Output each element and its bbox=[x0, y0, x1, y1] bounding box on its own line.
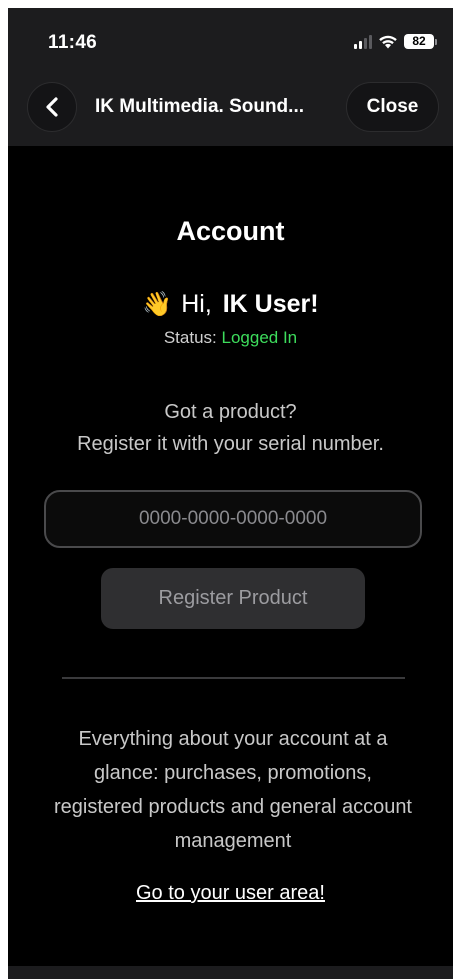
register-prompt-line1: Got a product? bbox=[164, 401, 297, 423]
status-icons: 82 bbox=[354, 34, 437, 49]
page-title: Account bbox=[176, 216, 285, 246]
waving-hand-icon: 👋 bbox=[142, 291, 173, 318]
user-name: IK User! bbox=[222, 290, 319, 318]
close-button[interactable]: Close bbox=[346, 82, 439, 132]
greeting-hi: Hi, bbox=[181, 290, 212, 318]
back-button[interactable] bbox=[27, 82, 77, 132]
chevron-left-icon bbox=[46, 97, 58, 117]
navigation-bar: IK Multimedia. Sound... Close bbox=[8, 74, 453, 146]
battery-level: 82 bbox=[404, 34, 434, 49]
wifi-icon bbox=[379, 35, 397, 49]
divider bbox=[62, 677, 405, 679]
bottom-bar bbox=[8, 966, 453, 979]
register-prompt: Got a product? Register it with your ser… bbox=[8, 396, 453, 460]
status-bar: 11:46 82 bbox=[8, 8, 453, 74]
status-label: Status: bbox=[163, 328, 217, 347]
status-value: Logged In bbox=[221, 328, 298, 347]
register-prompt-line2: Register it with your serial number. bbox=[77, 433, 384, 455]
account-description: Everything about your account at a glanc… bbox=[53, 728, 412, 852]
serial-number-input[interactable] bbox=[44, 490, 422, 548]
register-product-button[interactable]: Register Product bbox=[101, 568, 365, 629]
battery-icon: 82 bbox=[404, 34, 437, 49]
greeting: 👋 Hi, IK User! bbox=[8, 290, 453, 319]
nav-title: IK Multimedia. Sound... bbox=[95, 96, 304, 117]
clock: 11:46 bbox=[48, 32, 98, 53]
app-screen: 11:46 82 IK Multimedia. Sound... Close A… bbox=[8, 8, 453, 979]
signal-icon bbox=[354, 34, 372, 49]
user-area-link[interactable]: Go to your user area! bbox=[8, 882, 453, 905]
login-status: Status: Logged In bbox=[8, 328, 453, 348]
